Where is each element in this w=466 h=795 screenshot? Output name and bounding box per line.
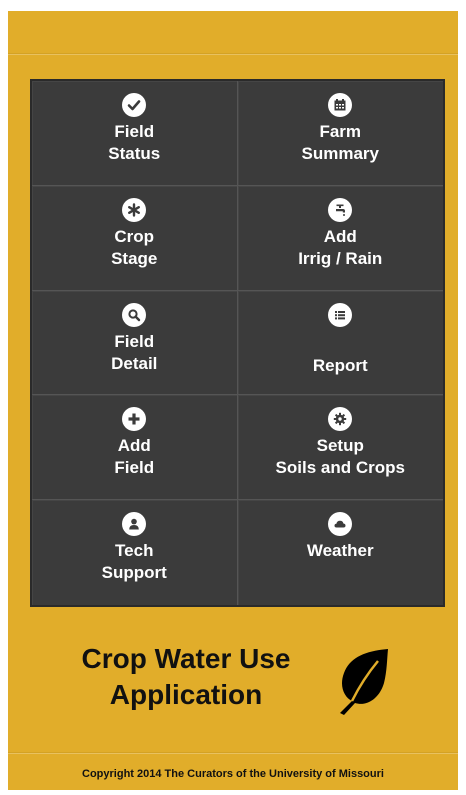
faucet-icon: [328, 197, 353, 222]
footer-divider: [8, 752, 458, 753]
gear-icon: [328, 407, 353, 432]
leaf-icon: [340, 649, 388, 715]
list-icon: [328, 302, 353, 327]
add-field-label: Add Field: [114, 436, 155, 478]
farm-summary-button[interactable]: Farm Summary: [237, 81, 443, 186]
tech-support-button[interactable]: Tech Support: [32, 500, 238, 605]
asterisk-icon: [122, 197, 147, 222]
add-irrig-rain-button[interactable]: Add Irrig / Rain: [237, 186, 443, 291]
user-icon: [122, 512, 147, 537]
weather-button[interactable]: Weather: [238, 500, 444, 605]
calendar-icon: [328, 93, 353, 117]
field-detail-button[interactable]: Field Detail: [32, 290, 238, 396]
report-label: Report: [312, 355, 368, 375]
add-irrig-rain-label: Add Irrig / Rain: [298, 226, 383, 268]
search-icon: [122, 302, 147, 327]
report-button[interactable]: Report: [237, 291, 443, 396]
setup-soils-crops-label: Setup Soils and Crops: [275, 436, 405, 478]
weather-label: Weather: [306, 541, 374, 561]
cloud-icon: [328, 512, 353, 537]
tech-support-label: Tech Support: [101, 541, 167, 583]
field-status-button[interactable]: Field Status: [32, 81, 238, 186]
check-icon: [122, 93, 147, 117]
crop-stage-button[interactable]: Crop Stage: [32, 185, 238, 291]
field-status-label: Field Status: [108, 122, 161, 163]
setup-soils-crops-button[interactable]: Setup Soils and Crops: [237, 395, 443, 501]
main-menu-grid: Field Status Farm Summary Crop Stage Add…: [30, 79, 445, 607]
top-bar: [8, 11, 458, 54]
copyright-text: Copyright 2014 The Curators of the Unive…: [82, 768, 384, 780]
plus-icon: [122, 407, 147, 432]
crop-stage-label: Crop Stage: [111, 226, 158, 268]
app-screen: Field Status Farm Summary Crop Stage Add…: [8, 11, 458, 790]
field-detail-label: Field Detail: [111, 331, 158, 373]
farm-summary-label: Farm Summary: [301, 122, 379, 163]
app-title: Crop Water Use Application: [81, 643, 291, 710]
add-field-button[interactable]: Add Field: [32, 395, 238, 501]
